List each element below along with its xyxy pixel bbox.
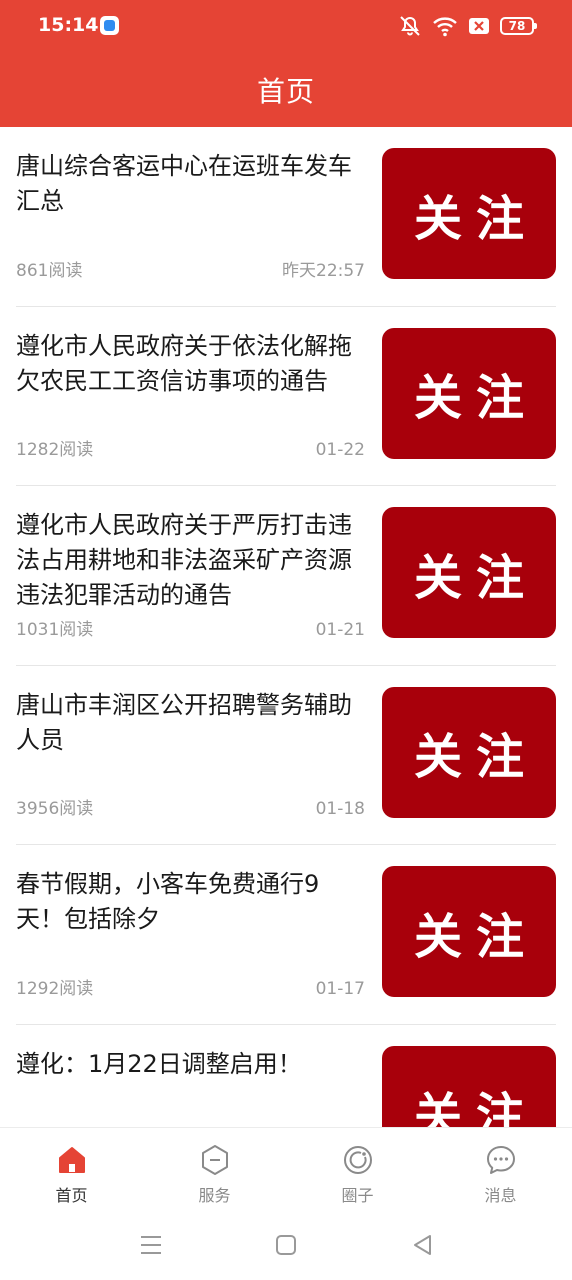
thumbnail-text: 关注 bbox=[413, 908, 538, 965]
news-date: 01-22 bbox=[315, 440, 365, 460]
tab-label: 消息 bbox=[484, 1186, 517, 1205]
news-read-count: 1292阅读 bbox=[16, 978, 94, 999]
thumbnail-text: 关注 bbox=[413, 370, 538, 426]
thumbnail-text: 关注 bbox=[413, 729, 538, 785]
news-item[interactable]: 春节假期，小客车免费通行9天！包括除夕 1292阅读 01-17 关注 bbox=[16, 845, 556, 1025]
news-item[interactable]: 唐山市丰润区公开招聘警务辅助人员 3956阅读 01-18 关注 bbox=[16, 666, 556, 845]
service-icon bbox=[201, 1145, 228, 1175]
tab-circle[interactable]: 圈子 bbox=[286, 1128, 429, 1215]
tab-label: 圈子 bbox=[341, 1186, 374, 1205]
news-item[interactable]: 遵化市人民政府关于严厉打击违法占用耕地和非法盗采矿产资源违法犯罪活动的通告 10… bbox=[16, 486, 556, 666]
page-title: 首页 bbox=[256, 75, 315, 108]
tab-home[interactable]: 首页 bbox=[0, 1128, 143, 1215]
status-icons: 78 bbox=[398, 14, 537, 38]
news-date: 01-21 bbox=[315, 619, 365, 640]
app-header: 15:14 78 首页 bbox=[0, 0, 572, 127]
news-title: 遵化市人民政府关于依法化解拖欠农民工工资信访事项的通告 bbox=[16, 331, 352, 395]
news-item[interactable]: 遵化：1月22日调整启用！ 关注 bbox=[16, 1025, 556, 1127]
news-read-count: 861阅读 bbox=[16, 260, 83, 281]
news-thumbnail[interactable]: 关注 bbox=[382, 686, 556, 818]
news-date: 01-18 bbox=[315, 799, 365, 819]
home-square-icon[interactable] bbox=[274, 1233, 298, 1257]
news-thumbnail[interactable]: 关注 bbox=[382, 148, 556, 279]
news-thumbnail[interactable]: 关注 bbox=[382, 327, 556, 459]
news-title: 唐山市丰润区公开招聘警务辅助人员 bbox=[16, 690, 352, 754]
news-thumbnail[interactable]: 关注 bbox=[382, 507, 556, 638]
news-read-count: 1031阅读 bbox=[16, 619, 94, 640]
news-title: 春节假期，小客车免费通行9天！包括除夕 bbox=[16, 870, 320, 933]
wifi-icon bbox=[433, 17, 457, 37]
bottom-tab-bar: 首页 服务 圈子 消息 bbox=[0, 1127, 572, 1215]
circle-icon bbox=[343, 1146, 372, 1174]
news-thumbnail[interactable]: 关注 bbox=[382, 866, 556, 997]
status-time: 15:14 bbox=[38, 14, 99, 36]
back-icon[interactable] bbox=[410, 1233, 434, 1257]
news-thumbnail[interactable]: 关注 bbox=[382, 1045, 556, 1127]
battery-level: 78 bbox=[508, 19, 526, 33]
news-read-count: 1282阅读 bbox=[16, 440, 94, 460]
mute-icon bbox=[400, 16, 420, 36]
home-icon bbox=[58, 1147, 85, 1173]
tab-label: 服务 bbox=[198, 1186, 231, 1205]
news-date: 昨天22:57 bbox=[282, 260, 365, 281]
news-date: 01-17 bbox=[315, 978, 365, 999]
news-item[interactable]: 遵化市人民政府关于依法化解拖欠农民工工资信访事项的通告 1282阅读 01-22… bbox=[16, 307, 556, 486]
status-bar: 15:14 78 bbox=[0, 0, 572, 52]
thumbnail-text: 关注 bbox=[413, 549, 538, 606]
news-read-count: 3956阅读 bbox=[16, 799, 94, 819]
thumbnail-text: 关注 bbox=[413, 1088, 538, 1127]
sim-error-icon bbox=[469, 18, 489, 34]
news-feed[interactable]: 唐山综合客运中心在运班车发车汇总 861阅读 昨天22:57 关注 遵化市人民政… bbox=[0, 127, 572, 1127]
system-nav-bar bbox=[0, 1215, 572, 1280]
app-notification-icon bbox=[100, 16, 119, 35]
thumbnail-text: 关注 bbox=[413, 190, 538, 247]
menu-icon[interactable] bbox=[138, 1233, 164, 1257]
news-item[interactable]: 唐山综合客运中心在运班车发车汇总 861阅读 昨天22:57 关注 bbox=[16, 127, 556, 307]
tab-service[interactable]: 服务 bbox=[143, 1128, 286, 1215]
message-icon bbox=[486, 1146, 515, 1174]
tab-message[interactable]: 消息 bbox=[429, 1128, 572, 1215]
news-title: 遵化：1月22日调整启用！ bbox=[16, 1049, 302, 1078]
news-title: 遵化市人民政府关于严厉打击违法占用耕地和非法盗采矿产资源违法犯罪活动的通告 bbox=[16, 511, 352, 609]
news-title: 唐山综合客运中心在运班车发车汇总 bbox=[16, 152, 352, 215]
tab-label: 首页 bbox=[55, 1186, 88, 1205]
battery-icon: 78 bbox=[500, 17, 537, 35]
